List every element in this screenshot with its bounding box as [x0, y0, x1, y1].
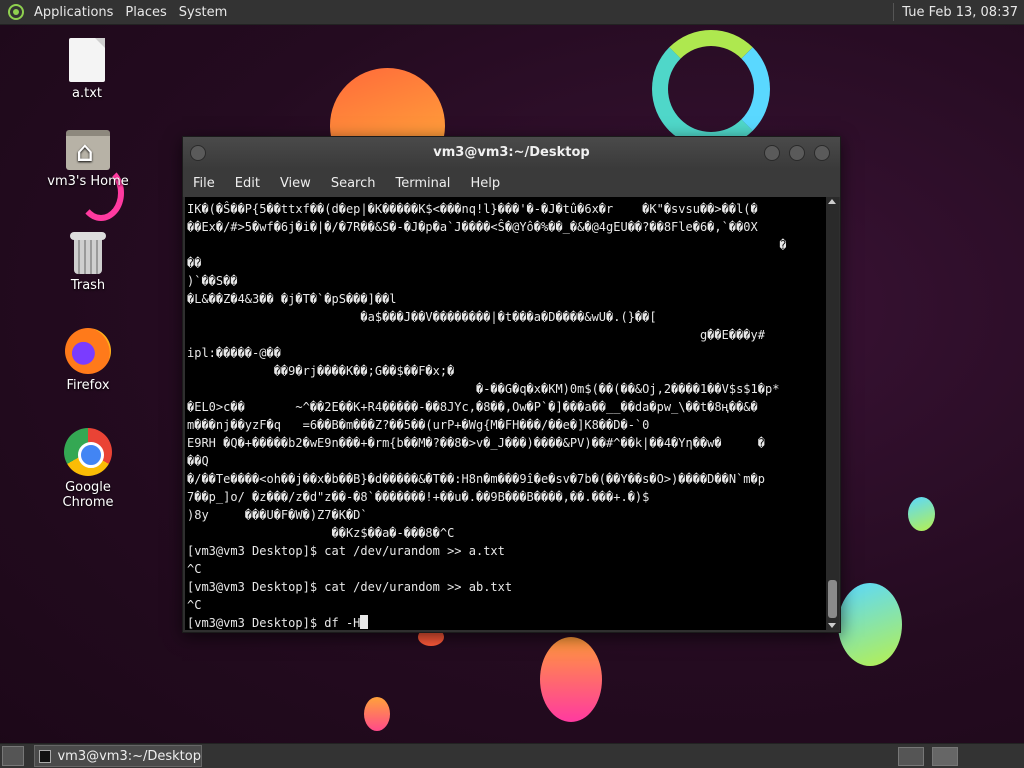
desktop-icon-label: a.txt: [72, 86, 102, 101]
terminal-line: )`��S��: [187, 274, 238, 288]
workspace-1[interactable]: [898, 747, 924, 766]
terminal-line: �-��G�q�x�KM)0m$(��(��&Oj,2����1��V$s$1�…: [187, 382, 780, 396]
menu-view[interactable]: View: [280, 176, 311, 191]
close-button[interactable]: [814, 145, 830, 161]
bottom-panel: vm3@vm3:~/Desktop: [0, 743, 1024, 768]
menu-help[interactable]: Help: [470, 176, 500, 191]
desktop-icon-chrome[interactable]: Google Chrome: [38, 428, 138, 510]
minimize-button[interactable]: [764, 145, 780, 161]
terminal-line: ��Ex�/#>5�wf�6j�i�|�/�7R��&S�-�J�p�a`J��…: [187, 220, 758, 234]
desktop-icon-home[interactable]: vm3's Home: [38, 130, 138, 189]
wallpaper-tiny-oval: [908, 497, 935, 531]
terminal-line: [vm3@vm3 Desktop]$ cat /dev/urandom >> a…: [187, 544, 505, 558]
terminal-line: ��: [187, 256, 202, 270]
terminal-line: IK�(�Ŝ��P{5��ttxf��(d�ep|�K�����K$<���nq…: [187, 202, 758, 216]
terminal-line: )8y ���U�F�W�)Z7�K�D`: [187, 508, 368, 522]
chrome-icon: [64, 428, 112, 476]
terminal-output[interactable]: IK�(�Ŝ��P{5��ttxf��(d�ep|�K�����K$<���nq…: [185, 197, 826, 630]
terminal-line: �a$���J��V��������|�t���a�D����&wU�.(}��…: [187, 310, 657, 324]
wallpaper-ring: [652, 30, 770, 148]
scroll-up-icon[interactable]: [828, 199, 836, 204]
home-folder-icon: [66, 130, 110, 170]
terminal-prompt-line[interactable]: [vm3@vm3 Desktop]$ df -H: [187, 614, 824, 630]
menu-file[interactable]: File: [193, 176, 215, 191]
maximize-button[interactable]: [789, 145, 805, 161]
desktop-icon-label: Trash: [70, 278, 106, 293]
terminal-line: �EL0>c�� ~^��2E��K+R4�����-��8JYc,�8��,O…: [187, 400, 758, 414]
text-cursor: [360, 615, 369, 629]
menu-search[interactable]: Search: [331, 176, 376, 191]
desktop-icon-label: Firefox: [66, 378, 110, 393]
window-menu-icon[interactable]: [190, 145, 206, 161]
terminal-line: [vm3@vm3 Desktop]$ cat /dev/urandom >> a…: [187, 580, 513, 594]
text-file-icon: [69, 38, 105, 82]
scrollbar-thumb[interactable]: [828, 580, 837, 618]
terminal-scrollbar[interactable]: [826, 197, 839, 630]
applications-menu[interactable]: Applications: [34, 5, 113, 20]
wallpaper-green-oval: [838, 583, 902, 666]
scroll-down-icon[interactable]: [828, 623, 836, 628]
panel-separator: [893, 3, 895, 21]
firefox-icon: [65, 328, 111, 374]
distro-logo-icon[interactable]: [8, 4, 24, 20]
terminal-line: ��Kz$��a�-���8�^C: [187, 526, 455, 540]
terminal-line: g��E���y#: [187, 328, 765, 342]
terminal-line: ipl:�����-@��: [187, 346, 281, 360]
window-titlebar[interactable]: vm3@vm3:~/Desktop: [183, 137, 840, 169]
terminal-input[interactable]: df -H: [324, 616, 360, 630]
taskbar-label: vm3@vm3:~/Desktop: [57, 748, 201, 764]
top-panel: Applications Places System Tue Feb 13, 0…: [0, 0, 1024, 25]
desktop-icon-label: vm3's Home: [47, 174, 129, 189]
desktop-icon-firefox[interactable]: Firefox: [38, 328, 138, 393]
trash-icon: [70, 232, 106, 274]
terminal-icon: [39, 749, 52, 763]
menu-terminal[interactable]: Terminal: [395, 176, 450, 191]
terminal-line: �/��Te����<oh��j��x�b��B}�d�����&�T��:H8…: [187, 472, 765, 486]
window-title: vm3@vm3:~/Desktop: [433, 145, 590, 160]
terminal-menubar: File Edit View Search Terminal Help: [183, 169, 840, 197]
terminal-line: ��Q: [187, 454, 209, 468]
taskbar-terminal-button[interactable]: vm3@vm3:~/Desktop: [34, 745, 202, 767]
terminal-prompt: [vm3@vm3 Desktop]$: [187, 616, 325, 630]
show-desktop-button[interactable]: [2, 746, 24, 766]
workspace-2[interactable]: [932, 747, 958, 766]
terminal-line: ^C: [187, 598, 202, 612]
system-menu[interactable]: System: [179, 5, 227, 20]
desktop-icon-a-txt[interactable]: a.txt: [37, 38, 137, 101]
terminal-line: 7��p_]o/ �z���/z�d"z��-�8`�������!+��u�.…: [187, 490, 650, 504]
wallpaper-small-oval: [364, 697, 390, 731]
terminal-line: �L&��Z�4&3�� �j�T�`�pS���]��l: [187, 292, 397, 306]
terminal-line: ^C: [187, 562, 202, 576]
terminal-line: �: [187, 238, 787, 252]
desktop-icon-trash[interactable]: Trash: [38, 232, 138, 293]
places-menu[interactable]: Places: [125, 5, 166, 20]
wallpaper-pink-oval: [540, 637, 602, 722]
desktop-icon-label: Google Chrome: [62, 480, 114, 510]
terminal-line: ��9�rj����K��;G��$��F�x;�: [187, 364, 455, 378]
menu-edit[interactable]: Edit: [235, 176, 260, 191]
clock[interactable]: Tue Feb 13, 08:37: [902, 5, 1018, 20]
terminal-line: E9RH �Q�+�����b2�wE9n���+�rm{b��M�?��8�>…: [187, 436, 765, 450]
terminal-line: m���nj��yzF�q =6��B�m���Z?��5��(urP+�Wg{…: [187, 418, 650, 432]
terminal-window[interactable]: vm3@vm3:~/Desktop File Edit View Search …: [182, 136, 841, 633]
